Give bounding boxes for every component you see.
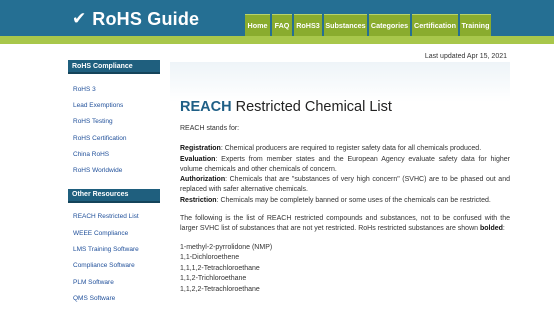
sidebar-link-lms-training-software[interactable]: LMS Training Software (68, 241, 160, 257)
definition-text: : Experts from member states and the Eur… (180, 155, 510, 173)
chemical-item: 1-methyl-2-pyrrolidone (NMP) (180, 243, 273, 251)
rohs-compliance-list: RoHS 3 Lead Exemptions RoHS Testing RoHS… (68, 81, 160, 179)
header-accent-stripe (0, 36, 554, 44)
site-name: RoHS Guide (92, 9, 200, 29)
site-logo[interactable]: ✔ RoHS Guide (72, 10, 199, 28)
definition-authorization: Authorization: Chemicals that are "subst… (180, 175, 510, 196)
main-content: REACH Restricted Chemical List REACH sta… (180, 98, 510, 296)
nav-tab-faq[interactable]: FAQ (272, 14, 292, 36)
main-nav: Home FAQ RoHS3 Substances Categories Cer… (245, 14, 493, 36)
sidebar-link-rohs-worldwide[interactable]: RoHS Worldwide (68, 162, 160, 178)
chemical-item: 1,1-Dichloroethene (180, 254, 240, 262)
chemical-list: 1-methyl-2-pyrrolidone (NMP) 1,1-Dichlor… (180, 243, 510, 296)
definition-term: Evaluation (180, 155, 216, 163)
definition-text: : Chemicals may be completely banned or … (216, 196, 491, 204)
sidebar-link-rohs-testing[interactable]: RoHS Testing (68, 114, 160, 130)
page-title: REACH Restricted Chemical List (180, 98, 510, 116)
nav-tab-rohs3[interactable]: RoHS3 (294, 14, 322, 36)
definition-registration: Registration: Chemical producers are req… (180, 144, 510, 154)
sidebar-link-plm-software[interactable]: PLM Software (68, 274, 160, 290)
nav-tab-home[interactable]: Home (245, 14, 270, 36)
intro-text: The following is the list of REACH restr… (180, 215, 510, 233)
definition-text: : Chemicals that are "substances of very… (180, 176, 510, 194)
chemical-item: 1,1,2-Trichloroethane (180, 275, 247, 283)
chemical-item: 1,1,2,2-Tetrachloroethane (180, 286, 260, 294)
definition-term: Registration (180, 145, 221, 153)
sidebar-link-reach-restricted-list[interactable]: REACH Restricted List (68, 209, 160, 225)
reach-stands-for: REACH stands for: (180, 125, 240, 132)
definition-term: Authorization (180, 176, 226, 184)
sidebar-link-compliance-software[interactable]: Compliance Software (68, 258, 160, 274)
sidebar-link-rohs3[interactable]: RoHS 3 (68, 81, 160, 97)
page-title-rest: Restricted Chemical List (231, 99, 392, 115)
sidebar-link-rohs-certification[interactable]: RoHS Certification (68, 130, 160, 146)
sidebar-link-qms-software[interactable]: QMS Software (68, 290, 160, 306)
nav-tab-certification[interactable]: Certification (412, 14, 458, 36)
definition-text: : Chemical producers are required to reg… (220, 145, 482, 153)
page-title-acronym: REACH (180, 99, 232, 115)
reach-definitions: Registration: Chemical producers are req… (180, 144, 510, 206)
nav-tab-training[interactable]: Training (460, 14, 491, 36)
sidebar-link-weee-compliance[interactable]: WEEE Compliance (68, 225, 160, 241)
sidebar-heading-rohs-compliance: RoHS Compliance (68, 60, 160, 74)
checkmark-icon: ✔ (72, 8, 87, 29)
sidebar-link-china-rohs[interactable]: China RoHS (68, 146, 160, 162)
definition-evaluation: Evaluation: Experts from member states a… (180, 155, 510, 176)
sidebar: RoHS Compliance RoHS 3 Lead Exemptions R… (68, 60, 160, 307)
nav-tab-substances[interactable]: Substances (324, 14, 367, 36)
sidebar-link-lead-exemptions[interactable]: Lead Exemptions (68, 97, 160, 113)
other-resources-list: REACH Restricted List WEEE Compliance LM… (68, 209, 160, 307)
last-updated: Last updated Apr 15, 2021 (424, 53, 507, 60)
nav-tab-categories[interactable]: Categories (369, 14, 410, 36)
sidebar-heading-other-resources: Other Resources (68, 188, 160, 203)
definition-term: Restriction (180, 196, 217, 204)
definition-restriction: Restriction: Chemicals may be completely… (180, 196, 510, 206)
content-header-gradient (170, 62, 510, 102)
restricted-list-intro: The following is the list of REACH restr… (180, 214, 510, 235)
intro-end: : (502, 225, 505, 233)
intro-bolded: bolded (479, 225, 503, 233)
chemical-item: 1,1,1,2-Tetrachloroethane (180, 264, 260, 272)
